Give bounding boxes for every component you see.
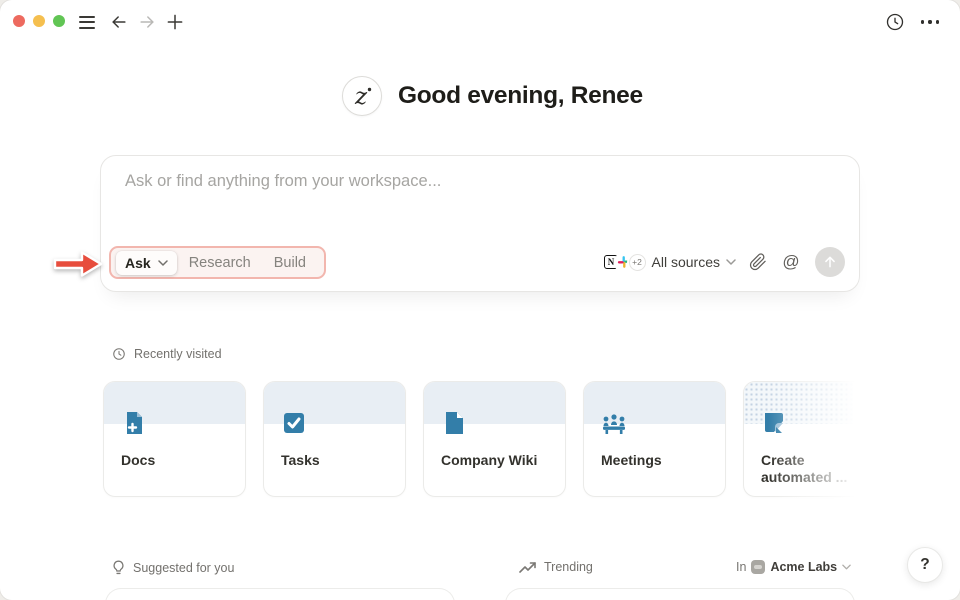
mode-research-button[interactable]: Research	[178, 251, 262, 275]
sidebar-menu-icon[interactable]	[76, 11, 98, 33]
card-docs[interactable]: Docs	[103, 381, 246, 497]
card-company-wiki[interactable]: Company Wiki	[423, 381, 566, 497]
trending-card-peek[interactable]	[505, 588, 855, 600]
ask-input[interactable]: Ask or find anything from your workspace…	[125, 172, 835, 191]
send-button[interactable]	[815, 247, 845, 277]
suggested-header: Suggested for you	[112, 560, 234, 576]
ask-composer: Ask or find anything from your workspace…	[100, 155, 860, 292]
paperclip-icon	[749, 253, 767, 271]
source-chips: N +2	[603, 254, 646, 271]
history-clock-icon[interactable]	[884, 11, 906, 33]
back-button[interactable]	[108, 11, 130, 33]
card-meetings[interactable]: Meetings	[583, 381, 726, 497]
task-check-icon	[281, 410, 307, 436]
card-title: Docs	[121, 452, 233, 469]
card-title: Tasks	[281, 452, 393, 469]
chevron-down-icon	[842, 564, 851, 570]
mode-build-button[interactable]: Build	[263, 251, 317, 275]
attach-file-button[interactable]	[747, 251, 769, 273]
arrow-up-icon	[823, 255, 837, 269]
card-tasks[interactable]: Tasks	[263, 381, 406, 497]
recently-visited-label: Recently visited	[134, 347, 222, 361]
doc-add-icon	[121, 410, 147, 436]
close-window-button[interactable]	[13, 15, 25, 27]
doc-icon	[441, 410, 467, 436]
workspace-name: Acme Labs	[770, 560, 837, 574]
recently-visited-header: Recently visited	[112, 347, 222, 361]
new-tab-button[interactable]	[164, 11, 186, 33]
workspace-prefix: In	[736, 560, 746, 574]
ai-face-avatar: z	[342, 76, 382, 116]
forward-button[interactable]	[136, 11, 158, 33]
at-icon: @	[782, 252, 799, 272]
trending-label: Trending	[544, 560, 593, 574]
lightbulb-icon	[112, 560, 125, 576]
minimize-window-button[interactable]	[33, 15, 45, 27]
mode-ask-label: Ask	[125, 255, 151, 271]
clock-icon	[112, 347, 126, 361]
card-title: Meetings	[601, 452, 713, 469]
sources-label: All sources	[652, 254, 720, 270]
mode-ask-button[interactable]: Ask	[116, 251, 177, 275]
workspace-logo-icon	[751, 560, 765, 574]
maximize-window-button[interactable]	[53, 15, 65, 27]
suggested-card-peek[interactable]	[105, 588, 455, 600]
suggested-label: Suggested for you	[133, 561, 234, 575]
workspace-selector[interactable]: In Acme Labs	[736, 560, 851, 574]
app-window: z Good evening, Renee Ask or find anythi…	[0, 0, 960, 600]
card-title: Create automated ...	[761, 452, 873, 486]
mention-button[interactable]: @	[780, 251, 802, 273]
sources-selector[interactable]: N +2 All sources	[603, 254, 736, 271]
extra-sources-badge: +2	[629, 254, 646, 271]
mode-segmented-control: Ask Research Build	[109, 246, 326, 279]
people-icon	[601, 410, 627, 436]
annotation-arrow	[52, 249, 104, 279]
card-create-automated[interactable]: Create automated ...	[743, 381, 886, 497]
chevron-down-icon	[726, 259, 736, 265]
svg-text:z: z	[354, 84, 368, 110]
chevron-down-icon	[158, 260, 168, 266]
more-options-icon[interactable]	[916, 11, 944, 33]
card-title: Company Wiki	[441, 452, 553, 469]
cursive-face-icon: z	[343, 77, 381, 115]
help-button[interactable]: ?	[907, 547, 943, 583]
trending-header: Trending	[519, 560, 593, 574]
template-icon	[761, 410, 787, 436]
trending-up-icon	[519, 562, 536, 573]
page-title: Good evening, Renee	[398, 76, 643, 116]
